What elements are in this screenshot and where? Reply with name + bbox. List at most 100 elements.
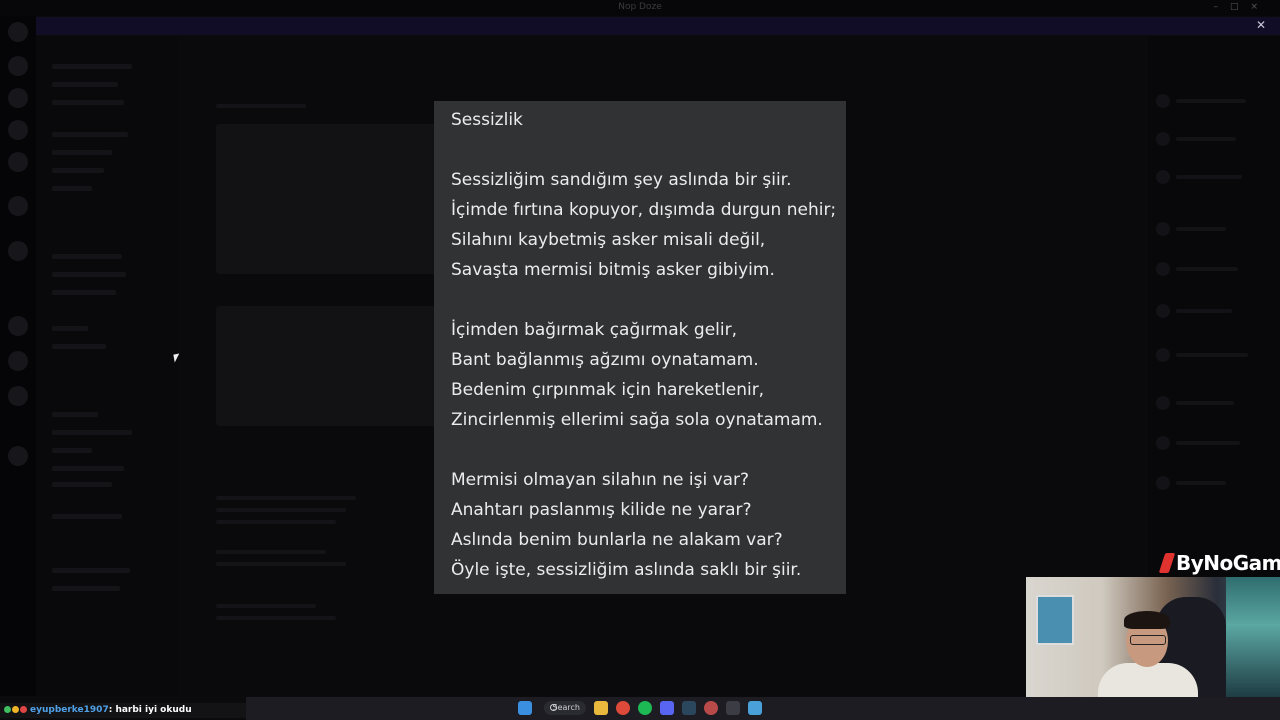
member-name[interactable] — [1176, 441, 1240, 445]
member-name[interactable] — [1176, 175, 1242, 179]
member-avatar[interactable] — [1156, 94, 1170, 108]
member-name[interactable] — [1176, 353, 1248, 357]
streamer-hair — [1124, 611, 1170, 629]
notice-banner: ✕ — [32, 17, 1280, 35]
member-avatar[interactable] — [1156, 132, 1170, 146]
wall-frame — [1036, 595, 1074, 645]
channel-item[interactable] — [52, 150, 112, 155]
close-window-icon[interactable]: × — [1250, 2, 1270, 12]
channel-item[interactable] — [52, 326, 88, 331]
server-icon[interactable] — [8, 241, 28, 261]
server-icon[interactable] — [8, 351, 28, 371]
member-avatar[interactable] — [1156, 170, 1170, 184]
channel-item[interactable] — [52, 64, 132, 69]
member-name[interactable] — [1176, 227, 1226, 231]
poem-line: Aslında benim bunlarla ne alakam var? — [451, 530, 783, 550]
channel-item[interactable] — [52, 290, 116, 295]
message-line — [216, 562, 346, 566]
poem-line: Anahtarı paslanmış kilide ne yarar? — [451, 500, 752, 520]
glasses-icon — [1130, 635, 1166, 645]
app-icon[interactable] — [704, 701, 718, 715]
settings-icon[interactable] — [748, 701, 762, 715]
window-title: Nop Doze — [618, 2, 662, 12]
chat-username[interactable]: eyupberke1907 — [30, 705, 109, 715]
member-name[interactable] — [1176, 267, 1238, 271]
server-icon[interactable] — [8, 152, 28, 172]
channel-item[interactable] — [52, 412, 98, 417]
server-icon[interactable] — [8, 316, 28, 336]
poem-stanza: Mermisi olmayan silahın ne işi var? Anah… — [451, 465, 846, 585]
channel-item[interactable] — [52, 100, 124, 105]
channel-item[interactable] — [52, 132, 128, 137]
server-icon[interactable] — [8, 56, 28, 76]
chrome-icon[interactable] — [616, 701, 630, 715]
badge-icon — [20, 706, 27, 713]
windows-start-icon[interactable] — [518, 701, 532, 715]
server-icon[interactable] — [8, 196, 28, 216]
server-icon[interactable] — [8, 22, 28, 42]
channel-item[interactable] — [52, 514, 122, 519]
message-line — [216, 496, 356, 500]
member-avatar[interactable] — [1156, 436, 1170, 450]
taskbar-search[interactable]: Search — [544, 701, 586, 715]
spotify-icon[interactable] — [638, 701, 652, 715]
member-avatar[interactable] — [1156, 304, 1170, 318]
discord-icon[interactable] — [660, 701, 674, 715]
member-name[interactable] — [1176, 401, 1234, 405]
server-icon[interactable] — [8, 88, 28, 108]
search-icon — [550, 704, 557, 711]
channel-item[interactable] — [52, 272, 126, 277]
member-name[interactable] — [1176, 99, 1246, 103]
badge-icon — [4, 706, 11, 713]
brand-logo: ByNoGame — [1158, 551, 1280, 575]
member-name[interactable] — [1176, 481, 1226, 485]
steam-icon[interactable] — [682, 701, 696, 715]
channel-item[interactable] — [52, 466, 124, 471]
obs-icon[interactable] — [726, 701, 740, 715]
member-name[interactable] — [1176, 309, 1232, 313]
message-line — [216, 104, 306, 108]
channel-item[interactable] — [52, 254, 122, 259]
poem-line: İçimde fırtına kopuyor, dışımda durgun n… — [451, 200, 837, 220]
member-avatar[interactable] — [1156, 476, 1170, 490]
poem-line: Mermisi olmayan silahın ne işi var? — [451, 470, 750, 490]
webcam-overlay — [1026, 577, 1280, 697]
minimize-icon[interactable]: – — [1213, 2, 1230, 12]
channel-item[interactable] — [52, 186, 92, 191]
brand-name: ByNoGame — [1176, 551, 1280, 575]
message-line — [216, 550, 326, 554]
window-controls[interactable]: –□× — [1213, 2, 1270, 12]
channel-item[interactable] — [52, 448, 92, 453]
member-name[interactable] — [1176, 137, 1236, 141]
message-line — [216, 520, 336, 524]
member-avatar[interactable] — [1156, 262, 1170, 276]
image-attachment[interactable] — [216, 124, 436, 274]
member-avatar[interactable] — [1156, 222, 1170, 236]
server-icon[interactable] — [8, 446, 28, 466]
badge-icon — [12, 706, 19, 713]
poem-line: Silahını kaybetmiş asker misali değil, — [451, 230, 766, 250]
windows-taskbar: Search — [246, 697, 1280, 720]
maximize-icon[interactable]: □ — [1230, 2, 1251, 12]
server-icon[interactable] — [8, 386, 28, 406]
server-icon[interactable] — [8, 120, 28, 140]
member-avatar[interactable] — [1156, 348, 1170, 362]
poem-stanza: Sessizliğim sandığım şey aslında bir şii… — [451, 165, 846, 285]
channel-item[interactable] — [52, 82, 118, 87]
channel-item[interactable] — [52, 482, 112, 487]
member-avatar[interactable] — [1156, 396, 1170, 410]
poem-line: Savaşta mermisi bitmiş asker gibiyim. — [451, 260, 775, 280]
poem-card: Sessizlik Sessizliğim sandığım şey aslın… — [434, 101, 846, 594]
channel-list — [36, 36, 178, 696]
channel-item[interactable] — [52, 430, 132, 435]
image-attachment[interactable] — [216, 306, 436, 426]
message-line — [216, 508, 346, 512]
channel-item[interactable] — [52, 586, 120, 591]
file-explorer-icon[interactable] — [594, 701, 608, 715]
close-icon[interactable]: ✕ — [1256, 18, 1266, 32]
channel-item[interactable] — [52, 344, 106, 349]
channel-item[interactable] — [52, 568, 130, 573]
poem-stanza: İçimden bağırmak çağırmak gelir, Bant ba… — [451, 315, 846, 435]
channel-item[interactable] — [52, 168, 104, 173]
poem-line: Zincirlenmiş ellerimi sağa sola oynatama… — [451, 410, 823, 430]
